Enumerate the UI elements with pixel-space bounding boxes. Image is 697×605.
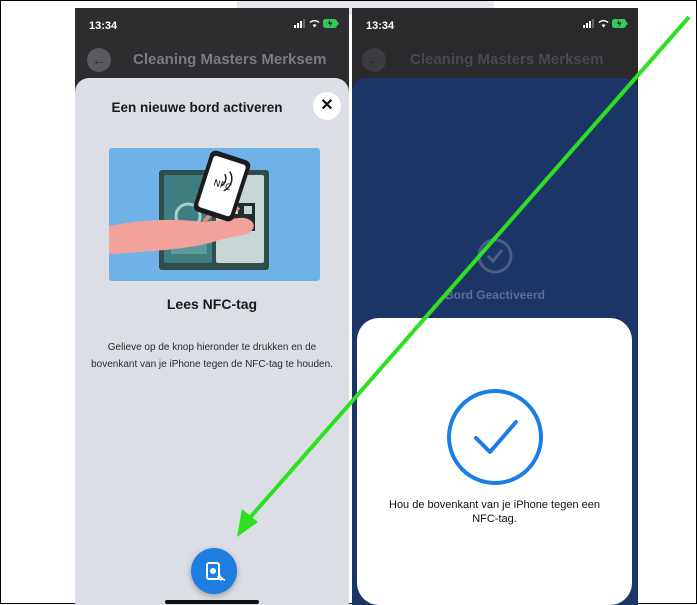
app-title-right: Cleaning Masters Merksem bbox=[410, 51, 604, 68]
signal-icon bbox=[294, 19, 305, 28]
nfc-system-sheet: Hou de bovenkant van je iPhone tegen een… bbox=[357, 318, 632, 605]
wifi-icon bbox=[598, 20, 609, 28]
home-indicator bbox=[165, 600, 259, 604]
app-title: Cleaning Masters Merksem bbox=[133, 51, 327, 68]
app-bar-right: ← Cleaning Masters Merksem bbox=[352, 46, 638, 74]
nfc-illustration: NFC bbox=[109, 148, 320, 281]
nfc-icon bbox=[206, 562, 226, 581]
sheet-title: Een nieuwe bord activeren bbox=[111, 100, 283, 115]
nfc-description: Gelieve op de knop hieronder te drukken … bbox=[91, 342, 333, 370]
status-bar-right: 13:34 bbox=[352, 8, 638, 38]
status-time: 13:34 bbox=[89, 20, 118, 32]
status-bar: 13:34 bbox=[75, 8, 349, 38]
check-circle-icon bbox=[477, 238, 513, 274]
screenshot-frame: 13:34 ← Cleaning Masters Merksem Een nie… bbox=[0, 0, 697, 605]
close-button[interactable]: ✕ bbox=[313, 92, 341, 120]
back-arrow-icon[interactable]: ← bbox=[362, 48, 386, 72]
nfc-scan-button[interactable] bbox=[191, 548, 237, 594]
nfc-message: Hou de bovenkant van je iPhone tegen een… bbox=[389, 499, 600, 525]
nfc-heading: Lees NFC-tag bbox=[166, 296, 258, 312]
battery-icon bbox=[612, 19, 628, 28]
status-icons bbox=[294, 19, 339, 28]
check-circle-icon bbox=[447, 389, 543, 485]
wifi-icon bbox=[309, 20, 320, 28]
phone-right: 13:34 ← Cleaning Masters Merksem Bord Ge… bbox=[352, 8, 638, 605]
battery-icon bbox=[323, 19, 339, 28]
status-time-right: 13:34 bbox=[366, 20, 395, 32]
nfc-scan-illustration-icon: NFC bbox=[109, 150, 269, 270]
activate-board-sheet: Een nieuwe bord activeren ✕ NFC Lees NFC… bbox=[75, 78, 349, 605]
phone-left: 13:34 ← Cleaning Masters Merksem Een nie… bbox=[75, 8, 349, 605]
back-arrow-icon[interactable]: ← bbox=[87, 48, 111, 72]
app-bar: ← Cleaning Masters Merksem bbox=[75, 46, 349, 74]
board-activated-label: Bord Geactiveerd bbox=[444, 288, 546, 302]
signal-icon bbox=[583, 19, 594, 28]
status-icons-right bbox=[583, 19, 628, 28]
